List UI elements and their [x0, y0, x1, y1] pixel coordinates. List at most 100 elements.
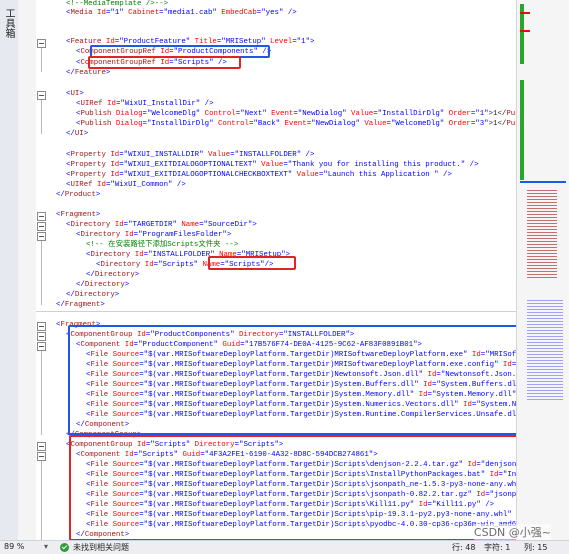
- zoom-level[interactable]: 89 %: [4, 542, 24, 551]
- code-token: Source: [108, 401, 140, 409]
- code-token: Component: [84, 531, 125, 539]
- code-token: Source: [108, 461, 140, 469]
- code-line[interactable]: </UI>: [66, 129, 88, 140]
- code-token: Source: [108, 511, 140, 519]
- code-line[interactable]: </Fragment>: [56, 300, 105, 311]
- code-token: Value: [256, 161, 284, 169]
- code-token: Id: [132, 331, 146, 339]
- code-token: </: [86, 271, 95, 279]
- fold-toggle-fragment[interactable]: [37, 322, 46, 331]
- code-token: =": [123, 221, 133, 229]
- code-token: Id: [414, 391, 428, 399]
- code-line[interactable]: </Product>: [56, 190, 100, 201]
- code-token: Directory: [70, 221, 111, 229]
- code-token: EmbedCab: [216, 9, 257, 17]
- code-token: File: [90, 521, 109, 529]
- code-token: ">: [345, 331, 355, 339]
- fold-toggle-componentgroup[interactable]: [37, 442, 46, 451]
- code-token: >: [114, 291, 120, 299]
- code-token: Event: [266, 110, 294, 118]
- code-token: UIRef: [80, 100, 103, 108]
- code-token: $(var.MRISoftwareDeployPlatform.TargetDi…: [148, 361, 495, 369]
- code-line[interactable]: <File Source="$(var.MRISoftwareDeployPla…: [86, 520, 516, 531]
- code-token: Publish: [506, 110, 516, 118]
- fold-toggle-component[interactable]: [37, 342, 46, 351]
- code-token: =": [480, 351, 490, 359]
- code-token: Id: [423, 371, 437, 379]
- code-token: ">: [368, 451, 378, 459]
- fold-toggle-componentgroup[interactable]: [37, 332, 46, 341]
- code-token: WIXUI_INSTALLDIR: [128, 151, 200, 159]
- code-token: Value: [346, 110, 374, 118]
- code-token: =": [230, 151, 240, 159]
- code-token: File: [90, 351, 109, 359]
- code-token: >: [95, 321, 101, 329]
- code-token: ComponentGroupRef: [80, 59, 156, 67]
- code-token: Value: [203, 151, 231, 159]
- code-token: =": [292, 38, 302, 46]
- vertical-scrollbar-minimap[interactable]: [516, 0, 569, 540]
- code-line[interactable]: <Media Id="1" Cabinet="media1.cab" Embed…: [66, 8, 297, 19]
- code-token: Id: [130, 251, 144, 259]
- code-token: Id: [418, 381, 432, 389]
- toolbox-strip[interactable]: 工具箱: [0, 0, 19, 553]
- code-token: Thank you for installing this product.: [292, 161, 461, 169]
- code-token: Feature: [70, 38, 102, 46]
- status-bar: 89 % ▾ 未找到相关问题 行: 48 字符: 1 列: 15: [0, 540, 569, 554]
- cursor-col: 列: 15: [524, 543, 548, 552]
- code-token: Control: [200, 110, 236, 118]
- code-line[interactable]: </Component>: [76, 530, 129, 540]
- code-token: Source: [108, 351, 140, 359]
- code-token: WixUI_Common: [114, 181, 169, 189]
- code-line[interactable]: </Feature>: [66, 68, 110, 79]
- code-token: =": [139, 361, 149, 369]
- scroll-thumb[interactable]: [520, 181, 566, 183]
- fold-toggle-component[interactable]: [37, 452, 46, 461]
- fold-guide: [41, 241, 42, 305]
- code-token: File: [90, 361, 109, 369]
- code-token: InstallDirDlg: [382, 110, 440, 118]
- code-line[interactable]: <File Source="$(var.MRISoftwareDeployPla…: [86, 410, 516, 421]
- code-token: " />: [296, 151, 315, 159]
- code-editor[interactable]: <!--MediaTemplate />--> <Media Id="1" Cab…: [46, 0, 516, 540]
- code-token: </: [56, 301, 65, 309]
- fold-toggle-ui[interactable]: [37, 91, 46, 100]
- code-token: =": [278, 331, 288, 339]
- code-token: ComponentGroup: [70, 441, 133, 449]
- code-token: Id: [105, 161, 120, 169]
- code-token: Id: [92, 9, 106, 17]
- fold-guide: [41, 351, 42, 435]
- code-line[interactable]: <Publish Dialog="InstallDirDlg" Control=…: [76, 119, 516, 130]
- code-token: Directory: [190, 441, 235, 449]
- code-token: =": [139, 401, 149, 409]
- fold-toggle-directory[interactable]: [37, 222, 46, 231]
- code-token: =": [373, 110, 383, 118]
- code-line[interactable]: <ComponentGroupRef Id="ProductComponents…: [76, 47, 271, 58]
- fold-toggle-directory[interactable]: [37, 232, 46, 241]
- zoom-dropdown-icon[interactable]: ▾: [44, 542, 48, 551]
- code-token: Id: [92, 181, 106, 189]
- code-token: File: [90, 381, 109, 389]
- fold-toggle-feature[interactable]: [37, 39, 46, 48]
- code-token: File: [90, 471, 109, 479]
- code-token: Source: [108, 481, 140, 489]
- minimap-lines: [527, 190, 557, 280]
- code-token: File: [90, 391, 109, 399]
- code-token: $(var.MRISoftwareDeployPlatform.TargetDi…: [148, 371, 419, 379]
- code-token: Directory: [80, 231, 121, 239]
- code-token: =": [139, 351, 149, 359]
- code-token: Name: [198, 261, 221, 269]
- code-token: =": [143, 251, 153, 259]
- code-token: Source: [108, 381, 140, 389]
- toolbox-label[interactable]: 工具箱: [2, 8, 16, 38]
- code-token: <!--MediaTemplate />-->: [66, 0, 169, 8]
- code-token: Directory: [100, 261, 141, 269]
- code-token: File: [90, 491, 109, 499]
- code-token: Back: [257, 120, 276, 128]
- code-token: Directory: [74, 291, 115, 299]
- code-token: >: [124, 421, 130, 429]
- code-token: >: [124, 531, 130, 539]
- code-token: InstallDirDlg: [151, 120, 210, 128]
- fold-toggle-fragment[interactable]: [37, 212, 46, 221]
- code-token: =": [306, 120, 316, 128]
